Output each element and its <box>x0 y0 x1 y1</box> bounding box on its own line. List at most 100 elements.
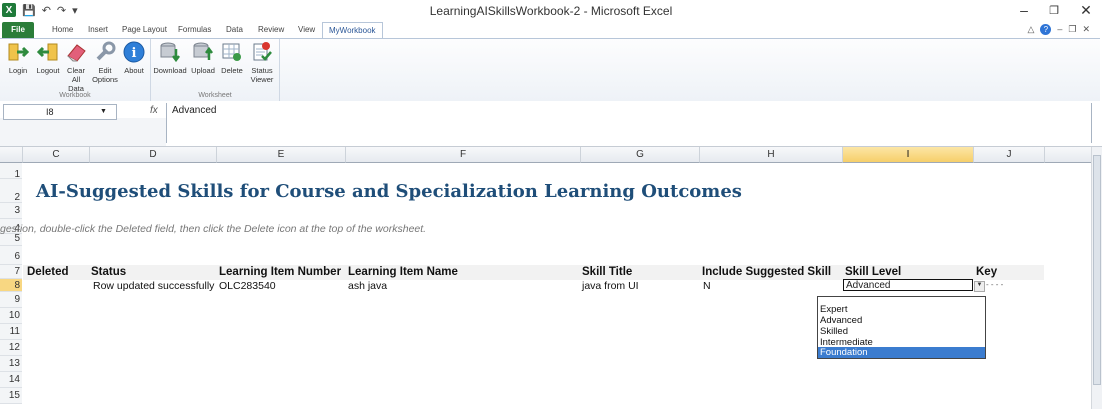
cell-include-suggested-skill[interactable]: N <box>703 280 711 292</box>
column-header-d[interactable]: D <box>90 147 217 163</box>
vertical-scrollbar[interactable] <box>1091 147 1102 409</box>
column-header-c[interactable]: C <box>23 147 90 163</box>
tab-formulas[interactable]: Formulas <box>172 22 217 38</box>
name-box-value: I8 <box>46 107 54 117</box>
dropdown-option-expert[interactable]: Expert <box>818 304 985 315</box>
cell-status[interactable]: Row updated successfully <box>93 280 214 292</box>
database-download-icon <box>159 41 181 63</box>
column-header-h[interactable]: H <box>700 147 843 163</box>
row-header-13[interactable]: 13 <box>0 356 22 372</box>
cell-learning-item-name[interactable]: ash java <box>348 280 387 292</box>
status-viewer-button[interactable]: Status Viewer <box>247 41 277 84</box>
tab-file[interactable]: File <box>2 22 34 38</box>
name-box[interactable]: I8 ▼ <box>3 104 117 120</box>
workbook-group: Login Logout Clear All Data Edit Options… <box>0 39 151 101</box>
row-header-5[interactable]: 5 <box>0 234 22 246</box>
tab-data[interactable]: Data <box>220 22 249 38</box>
cell-skill-level-selected[interactable]: Advanced <box>843 279 973 291</box>
edit-options-button[interactable]: Edit Options <box>90 41 120 84</box>
clear-all-data-button[interactable]: Clear All Data <box>64 41 88 93</box>
name-box-dropdown-icon[interactable]: ▼ <box>100 105 107 119</box>
ribbon: Login Logout Clear All Data Edit Options… <box>0 38 1100 102</box>
cell-learning-item-number[interactable]: OLC283540 <box>219 280 276 292</box>
delete-sheet-icon <box>221 41 243 63</box>
formula-bar-background <box>0 118 166 146</box>
minimize-icon[interactable]: – <box>1014 2 1034 18</box>
close-icon[interactable]: ✕ <box>1076 2 1096 19</box>
tab-view[interactable]: View <box>292 22 321 38</box>
dropdown-option-foundation[interactable]: Foundation <box>818 347 985 358</box>
worksheet-group: Download Upload Delete Status Viewer Wor… <box>151 39 280 101</box>
select-all-corner[interactable] <box>0 147 23 163</box>
sheet-title[interactable]: AI-Suggested Skills for Course and Speci… <box>36 181 742 202</box>
header-learning-item-number[interactable]: Learning Item Number <box>219 265 341 280</box>
column-header-j[interactable]: J <box>974 147 1045 163</box>
row-header-6[interactable]: 6 <box>0 246 22 265</box>
row-header-14[interactable]: 14 <box>0 372 22 388</box>
instruction-hint[interactable]: gestion, double-click the Deleted field,… <box>0 223 426 235</box>
upload-button[interactable]: Upload <box>189 41 217 75</box>
skill-level-dropdown-list[interactable]: Expert Advanced Skilled Intermediate Fou… <box>817 296 986 359</box>
row-header-1[interactable]: 1 <box>0 163 22 180</box>
header-learning-item-name[interactable]: Learning Item Name <box>348 265 458 280</box>
download-button[interactable]: Download <box>153 41 187 75</box>
login-icon <box>7 41 29 63</box>
minimize-ribbon-icon[interactable]: △ <box>1027 24 1034 35</box>
column-header-f[interactable]: F <box>346 147 581 163</box>
ribbon-tabs: File Home Insert Page Layout Formulas Da… <box>0 22 1102 39</box>
row-header-8[interactable]: 8 <box>0 279 22 292</box>
column-header-e[interactable]: E <box>217 147 346 163</box>
tab-home[interactable]: Home <box>46 22 79 38</box>
tab-insert[interactable]: Insert <box>82 22 114 38</box>
header-status[interactable]: Status <box>91 265 126 280</box>
database-upload-icon <box>192 41 214 63</box>
tab-page-layout[interactable]: Page Layout <box>116 22 173 38</box>
about-button[interactable]: i About <box>122 41 146 75</box>
workbook-group-label: Workbook <box>59 92 91 99</box>
restore-icon[interactable]: ❐ <box>1044 4 1064 17</box>
workbook-minimize-icon[interactable]: – <box>1057 24 1062 35</box>
window-title: LearningAISkillsWorkbook-2 - Microsoft E… <box>429 4 673 18</box>
row-header-12[interactable]: 12 <box>0 340 22 356</box>
column-header-g[interactable]: G <box>581 147 700 163</box>
status-viewer-icon <box>251 41 273 63</box>
worksheet-group-label: Worksheet <box>198 92 232 99</box>
row-header-10[interactable]: 10 <box>0 308 22 324</box>
row-header-9[interactable]: 9 <box>0 292 22 308</box>
cell-dropdown-arrow-icon[interactable]: ▼ <box>974 281 985 292</box>
delete-button[interactable]: Delete <box>219 41 245 75</box>
eraser-icon <box>65 41 87 63</box>
dropdown-option-skilled[interactable]: Skilled <box>818 326 985 337</box>
header-key[interactable]: Key <box>976 265 997 280</box>
formula-bar: I8 ▼ fx Advanced <box>0 101 1102 147</box>
info-icon: i <box>123 41 145 63</box>
logout-icon <box>37 41 59 63</box>
logout-button[interactable]: Logout <box>34 41 62 75</box>
header-skill-title[interactable]: Skill Title <box>582 265 632 280</box>
cell-key[interactable]: - - - - <box>986 279 1003 291</box>
workbook-restore-icon[interactable]: ❐ <box>1068 24 1076 35</box>
tab-myworkbook[interactable]: MyWorkbook <box>322 22 383 39</box>
cell-skill-title[interactable]: java from UI <box>582 280 639 292</box>
column-header-blank <box>1045 147 1092 163</box>
row-header-3[interactable]: 3 <box>0 203 22 219</box>
workbook-close-icon[interactable]: ✕ <box>1082 24 1090 35</box>
column-header-i[interactable]: I <box>843 147 974 163</box>
row-header-15[interactable]: 15 <box>0 388 22 404</box>
login-button[interactable]: Login <box>5 41 31 75</box>
tab-review[interactable]: Review <box>252 22 290 38</box>
formula-input[interactable]: Advanced <box>166 103 1092 143</box>
row-header-2[interactable]: 2 <box>0 179 22 203</box>
help-controls: △ ? – ❐ ✕ <box>1027 24 1090 35</box>
insert-function-icon[interactable]: fx <box>150 105 158 116</box>
row-header-11[interactable]: 11 <box>0 324 22 340</box>
title-bar: X 💾 ↶ ↷ ▾ LearningAISkillsWorkbook-2 - M… <box>0 0 1102 22</box>
header-deleted[interactable]: Deleted <box>27 265 69 280</box>
scrollbar-thumb[interactable] <box>1093 155 1101 385</box>
header-skill-level[interactable]: Skill Level <box>845 265 901 280</box>
help-icon[interactable]: ? <box>1040 24 1052 35</box>
dropdown-option-advanced[interactable]: Advanced <box>818 315 985 326</box>
wrench-icon <box>94 41 116 63</box>
row-header-7[interactable]: 7 <box>0 265 22 279</box>
header-include-suggested-skill[interactable]: Include Suggested Skill <box>702 265 831 280</box>
